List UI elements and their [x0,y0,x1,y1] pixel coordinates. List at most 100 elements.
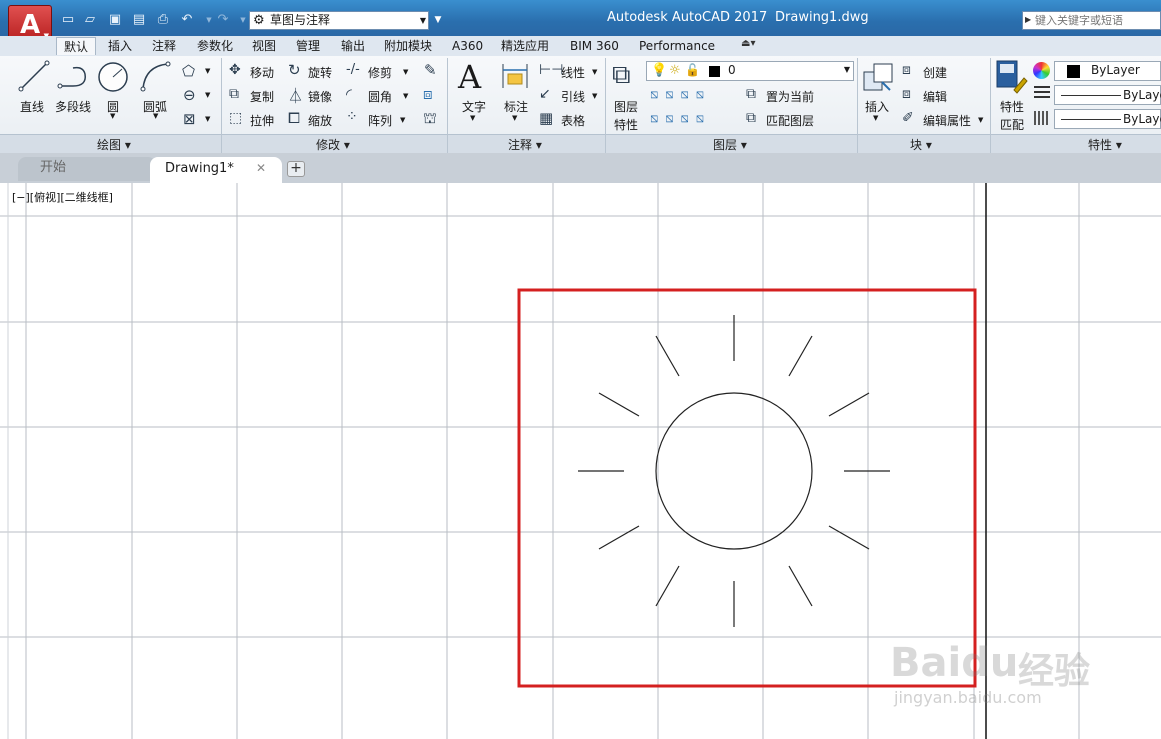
polygon-icon[interactable]: ⬠ [182,62,195,80]
scale-icon[interactable]: ⧠ [288,109,300,127]
block-panel-title[interactable]: 块 ▾ [910,136,932,153]
tab-a360[interactable]: A360 [445,37,490,55]
chevron-down-icon[interactable]: ▼ [873,114,878,122]
table-button[interactable]: 表格 [561,112,585,129]
copy-button[interactable]: 复制 [250,88,274,105]
chevron-down-icon[interactable]: ▼ [110,112,115,120]
search-box[interactable]: ▶ [1022,11,1161,30]
edit-attributes-icon[interactable]: ✐ [902,110,914,126]
scale-button[interactable]: 缩放 [308,112,332,129]
dimension-icon[interactable] [500,62,530,90]
tab-insert[interactable]: 插入 [101,37,139,55]
line-icon[interactable] [18,60,50,92]
hatch-icon[interactable]: ⊠ [183,110,196,128]
search-input[interactable] [1035,13,1159,28]
chevron-down-icon[interactable]: ▼ [512,114,517,122]
explode-icon[interactable]: ⧈ [423,85,433,103]
arc-icon[interactable] [139,60,171,92]
text-button-label[interactable]: 文字 [462,98,486,115]
new-tab-button[interactable]: + [287,161,305,177]
create-block-icon[interactable]: ⧈ [902,62,911,78]
match-layer-button[interactable]: 匹配图层 [766,112,814,129]
text-icon[interactable]: A [458,58,481,96]
save-as-icon[interactable]: ▤ [130,11,148,29]
polyline-button-label[interactable]: 多段线 [55,98,91,115]
properties-panel-title[interactable]: 特性 ▾ [1088,136,1122,153]
chevron-down-icon[interactable]: ▼ [403,68,408,76]
polyline-icon[interactable] [57,62,91,92]
draw-panel-title[interactable]: 绘图 ▾ [97,136,131,153]
insert-button-label[interactable]: 插入 [865,98,889,115]
ribbon-minimize-icon[interactable]: ⏏▾ [741,38,755,49]
move-icon[interactable]: ✥ [229,62,241,78]
tab-default[interactable]: 默认 [56,37,97,55]
match-properties-icon[interactable] [996,60,1028,94]
ellipse-icon[interactable]: ⊖ [183,86,196,104]
set-current-button[interactable]: 置为当前 [766,88,814,105]
rotate-icon[interactable]: ↻ [288,61,301,79]
layer-select[interactable]: 💡 ☼ 🔓 0 ▼ [646,61,854,81]
match-properties-label-1[interactable]: 特性 [1000,98,1024,115]
tab-bim360[interactable]: BIM 360 [563,37,626,55]
tab-parametric[interactable]: 参数化 [190,37,240,55]
leader-icon[interactable]: ↙ [539,86,551,102]
linetype-icon[interactable] [1034,111,1050,125]
array-button[interactable]: 阵列 [368,112,392,129]
chevron-down-icon[interactable]: ▼ [978,116,983,124]
open-icon[interactable]: ▱ [81,11,99,29]
close-icon[interactable]: ✕ [256,161,266,175]
trim-button[interactable]: 修剪 [368,64,392,81]
dimension-button-label[interactable]: 标注 [504,98,528,115]
plot-icon[interactable]: ⎙ [154,11,172,29]
lineweight-select[interactable]: ByLayer [1054,85,1161,105]
fillet-icon[interactable]: ◜ [346,85,352,103]
insert-block-icon[interactable] [862,62,894,94]
edit-attributes-button[interactable]: 编辑属性 [923,112,971,129]
table-icon[interactable]: ▦ [539,109,553,127]
chevron-down-icon[interactable]: ▼ [403,92,408,100]
create-block-button[interactable]: 创建 [923,64,947,81]
line-button-label[interactable]: 直线 [20,98,44,115]
copy-icon[interactable]: ⧉ [229,86,239,102]
modify-panel-title[interactable]: 修改 ▾ [316,136,350,153]
tab-start[interactable]: 开始 [18,157,156,181]
viewport-controls-label[interactable]: [−][俯视][二维线框] [12,189,113,205]
linear-button[interactable]: 线性 [561,64,585,81]
tab-addins[interactable]: 附加模块 [377,37,439,55]
chevron-down-icon[interactable]: ▼ [205,115,210,123]
layer-properties-icon[interactable]: ⧉ [612,60,631,91]
customize-qat-icon[interactable]: ▼ [431,11,445,30]
tab-manage[interactable]: 管理 [289,37,327,55]
chevron-down-icon[interactable]: ▼ [205,67,210,75]
linear-dim-icon[interactable]: ⊢⊣ [539,62,563,78]
mirror-button[interactable]: 镜像 [308,88,332,105]
array-icon[interactable]: ⁘ [346,109,358,125]
chevron-down-icon[interactable]: ▼ [470,114,475,122]
stretch-button[interactable]: 拉伸 [250,112,274,129]
set-current-icon[interactable]: ⧉ [746,86,756,102]
layer-properties-label-1[interactable]: 图层 [614,98,638,115]
mirror-icon[interactable]: ⏃ [288,85,303,106]
offset-icon[interactable]: ⛫ [423,109,437,129]
undo-icon[interactable]: ↶ [178,11,196,29]
lineweight-icon[interactable] [1034,86,1050,100]
chevron-down-icon[interactable]: ▼ [592,68,597,76]
edit-block-button[interactable]: 编辑 [923,88,947,105]
fillet-button[interactable]: 圆角 [368,88,392,105]
tab-output[interactable]: 输出 [334,37,372,55]
circle-icon[interactable] [96,60,130,94]
layer-properties-label-2[interactable]: 特性 [614,116,638,133]
match-layer-icon[interactable]: ⧉ [746,110,756,126]
linetype-select[interactable]: ByLayer [1054,109,1161,129]
new-icon[interactable]: ▭ [59,11,77,29]
trim-icon[interactable]: -/- [346,62,360,77]
tab-annotate[interactable]: 注释 [145,37,183,55]
redo-icon[interactable]: ↷ [214,11,232,29]
chevron-down-icon[interactable]: ▼ [205,91,210,99]
erase-icon[interactable]: ✎ [424,61,437,79]
chevron-down-icon[interactable]: ▼ [592,92,597,100]
tab-view[interactable]: 视图 [245,37,283,55]
match-properties-label-2[interactable]: 匹配 [1000,116,1024,133]
move-button[interactable]: 移动 [250,64,274,81]
tab-performance[interactable]: Performance [632,37,722,55]
